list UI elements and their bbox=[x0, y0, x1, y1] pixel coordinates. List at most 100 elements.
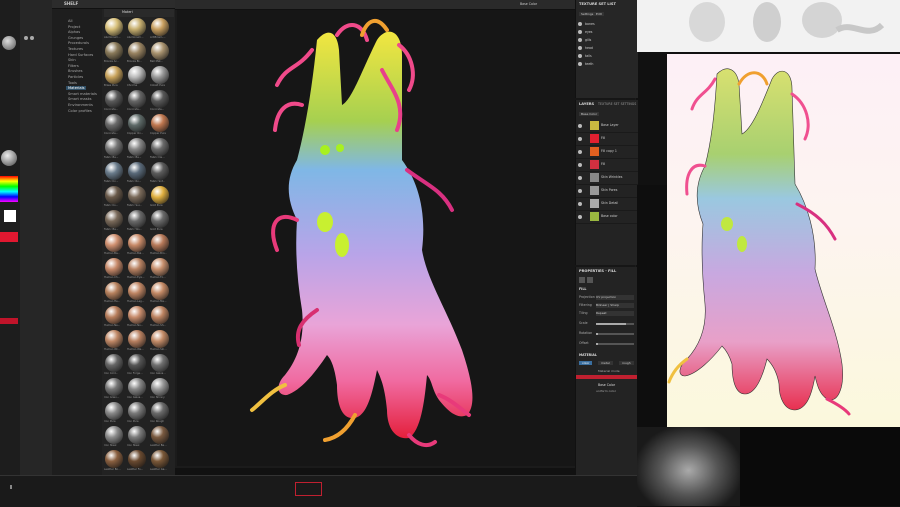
material-icon[interactable] bbox=[587, 277, 593, 283]
shelf-category-item[interactable]: Environments bbox=[68, 103, 93, 107]
eye-icon[interactable] bbox=[578, 137, 582, 141]
material-thumbnail[interactable]: Human Sh... bbox=[150, 306, 170, 327]
material-thumbnail[interactable]: Iron Pure bbox=[127, 402, 147, 423]
color-swatch-white[interactable] bbox=[4, 210, 16, 222]
material-thumbnail[interactable]: Fabric Ba... bbox=[104, 138, 124, 159]
tiling-select[interactable]: Repeat bbox=[596, 311, 634, 316]
material-mode-rough[interactable]: rough bbox=[619, 361, 634, 365]
material-thumbnail[interactable]: Leather Fo... bbox=[127, 450, 147, 471]
material-thumbnail[interactable]: Iron Pure bbox=[104, 402, 124, 423]
shelf-category-item[interactable]: Alphas bbox=[68, 30, 80, 34]
shelf-category-item[interactable]: Procedurals bbox=[68, 41, 89, 45]
eye-icon[interactable] bbox=[578, 46, 582, 50]
layer-row[interactable]: Fill bbox=[576, 133, 638, 146]
material-thumbnail[interactable]: Human Bro... bbox=[150, 234, 170, 255]
material-thumbnail[interactable]: Gold Pure bbox=[150, 186, 170, 207]
viewport-mode[interactable]: Base Color bbox=[520, 2, 537, 6]
eye-icon[interactable] bbox=[578, 215, 582, 219]
material-thumbnail[interactable]: Leather Ga... bbox=[150, 450, 170, 471]
layer-row[interactable]: Skin Detail bbox=[576, 198, 638, 211]
shelf-category-item[interactable]: Hard Surfaces bbox=[68, 53, 93, 57]
eye-icon[interactable] bbox=[578, 54, 582, 58]
material-thumbnail[interactable]: Human Wr... bbox=[104, 330, 124, 351]
base-color-value[interactable]: uniform color bbox=[596, 389, 616, 393]
color-picker[interactable] bbox=[0, 176, 18, 202]
material-thumbnail[interactable]: Iron Cold... bbox=[104, 354, 124, 375]
eye-icon[interactable] bbox=[578, 38, 582, 42]
shelf-category-item[interactable]: Particles bbox=[68, 75, 83, 79]
material-thumbnail[interactable]: Fabric Ko... bbox=[104, 186, 124, 207]
eye-icon[interactable] bbox=[578, 22, 582, 26]
shelf-category-item[interactable]: Color profiles bbox=[68, 109, 92, 113]
material-thumbnail[interactable]: Brass Pure bbox=[104, 66, 124, 87]
layer-row[interactable]: Fill copy 1 bbox=[576, 146, 638, 159]
material-thumbnail[interactable]: Human Ne... bbox=[104, 306, 124, 327]
red-slider[interactable] bbox=[0, 232, 18, 242]
eye-icon[interactable] bbox=[578, 30, 582, 34]
material-thumbnail[interactable]: Fabric Ba... bbox=[104, 210, 124, 231]
material-thumbnail[interactable]: Fabric Kn... bbox=[104, 162, 124, 183]
material-thumbnail[interactable]: Fabric Ro... bbox=[127, 162, 147, 183]
material-thumbnail[interactable]: Human Leg... bbox=[127, 282, 147, 303]
texture-set-item[interactable]: teeth bbox=[576, 60, 638, 69]
eye-icon[interactable] bbox=[578, 176, 582, 180]
rotation-slider[interactable] bbox=[596, 333, 634, 335]
material-thumbnail[interactable]: Aluminium... bbox=[127, 18, 147, 39]
material-thumbnail[interactable]: Iron Steel bbox=[127, 426, 147, 447]
material-thumbnail[interactable]: Human He... bbox=[104, 282, 124, 303]
shelf-category-item[interactable]: Project bbox=[68, 25, 80, 29]
material-thumbnail[interactable]: Leather Ba... bbox=[150, 426, 170, 447]
eye-icon[interactable] bbox=[578, 189, 582, 193]
material-thumbnail[interactable]: Concrete... bbox=[127, 90, 147, 111]
material-thumbnail[interactable]: Ball Mat... bbox=[150, 42, 170, 63]
material-thumbnail[interactable]: Human Ch... bbox=[104, 258, 124, 279]
shelf-category-item[interactable]: Materials bbox=[66, 86, 87, 91]
material-thumbnail[interactable]: Gold Pure bbox=[150, 210, 170, 231]
layer-row[interactable]: Base Layer bbox=[576, 120, 638, 133]
material-thumbnail[interactable]: Iron Grain... bbox=[104, 378, 124, 399]
offset-slider[interactable] bbox=[596, 343, 634, 345]
material-thumbnail[interactable]: Human Bal... bbox=[127, 234, 147, 255]
shelf-filter-label[interactable]: Materi bbox=[122, 10, 133, 14]
material-thumbnail[interactable]: Fabric Wo... bbox=[127, 210, 147, 231]
material-thumbnail[interactable]: Human We... bbox=[127, 330, 147, 351]
shelf-category-item[interactable]: Skin bbox=[68, 58, 76, 62]
fill-icon[interactable] bbox=[579, 277, 585, 283]
material-thumbnail[interactable]: Human Ski... bbox=[150, 330, 170, 351]
shelf-category-item[interactable]: Smart materials bbox=[68, 92, 97, 96]
material-thumbnail[interactable]: Iron Forge... bbox=[127, 354, 147, 375]
material-thumbnail[interactable]: Aluminium... bbox=[104, 18, 124, 39]
dot-icon[interactable] bbox=[24, 36, 28, 40]
channel-select[interactable]: Base Color bbox=[579, 112, 600, 116]
layer-row[interactable]: Skin Pores bbox=[576, 185, 638, 198]
material-thumbnail[interactable]: Fabric Sof... bbox=[150, 162, 170, 183]
material-thumbnail[interactable]: Human No... bbox=[127, 306, 147, 327]
eye-icon[interactable] bbox=[578, 202, 582, 206]
material-thumbnail[interactable]: Artificial L... bbox=[150, 18, 170, 39]
scale-slider[interactable] bbox=[596, 323, 634, 325]
eye-icon[interactable] bbox=[578, 124, 582, 128]
material-thumbnail[interactable]: Human Fo... bbox=[150, 258, 170, 279]
material-thumbnail[interactable]: Human Ma... bbox=[150, 282, 170, 303]
material-mode-color[interactable]: color bbox=[579, 361, 593, 365]
material-thumbnail[interactable]: Copper Pure bbox=[150, 114, 170, 135]
material-thumbnail[interactable]: Iron Rough bbox=[150, 402, 170, 423]
material-thumbnail[interactable]: Human Ba... bbox=[104, 234, 124, 255]
material-thumbnail[interactable]: Iron Shinny bbox=[150, 378, 170, 399]
eye-icon[interactable] bbox=[578, 163, 582, 167]
material-thumbnail[interactable]: Copper Ox... bbox=[127, 114, 147, 135]
material-mode-metal[interactable]: metal bbox=[598, 361, 613, 365]
dot-icon[interactable] bbox=[30, 36, 34, 40]
material-thumbnail[interactable]: Bronze Bl... bbox=[127, 42, 147, 63]
timeline-marker[interactable] bbox=[295, 482, 322, 496]
shelf-category-item[interactable]: Grunges bbox=[68, 36, 83, 40]
material-thumbnail[interactable]: Chrome bbox=[127, 66, 147, 87]
material-thumbnail[interactable]: Fabric De... bbox=[150, 138, 170, 159]
material-thumbnail[interactable]: Concrete... bbox=[150, 90, 170, 111]
viewport-canvas[interactable] bbox=[177, 10, 635, 466]
material-thumbnail[interactable]: Concrete... bbox=[104, 90, 124, 111]
tab-settings[interactable]: Settings bbox=[579, 12, 596, 16]
material-thumbnail[interactable]: Leather Bo... bbox=[104, 450, 124, 471]
projection-select[interactable]: UV projection bbox=[596, 295, 634, 300]
shelf-category-item[interactable]: Filters bbox=[68, 64, 79, 68]
